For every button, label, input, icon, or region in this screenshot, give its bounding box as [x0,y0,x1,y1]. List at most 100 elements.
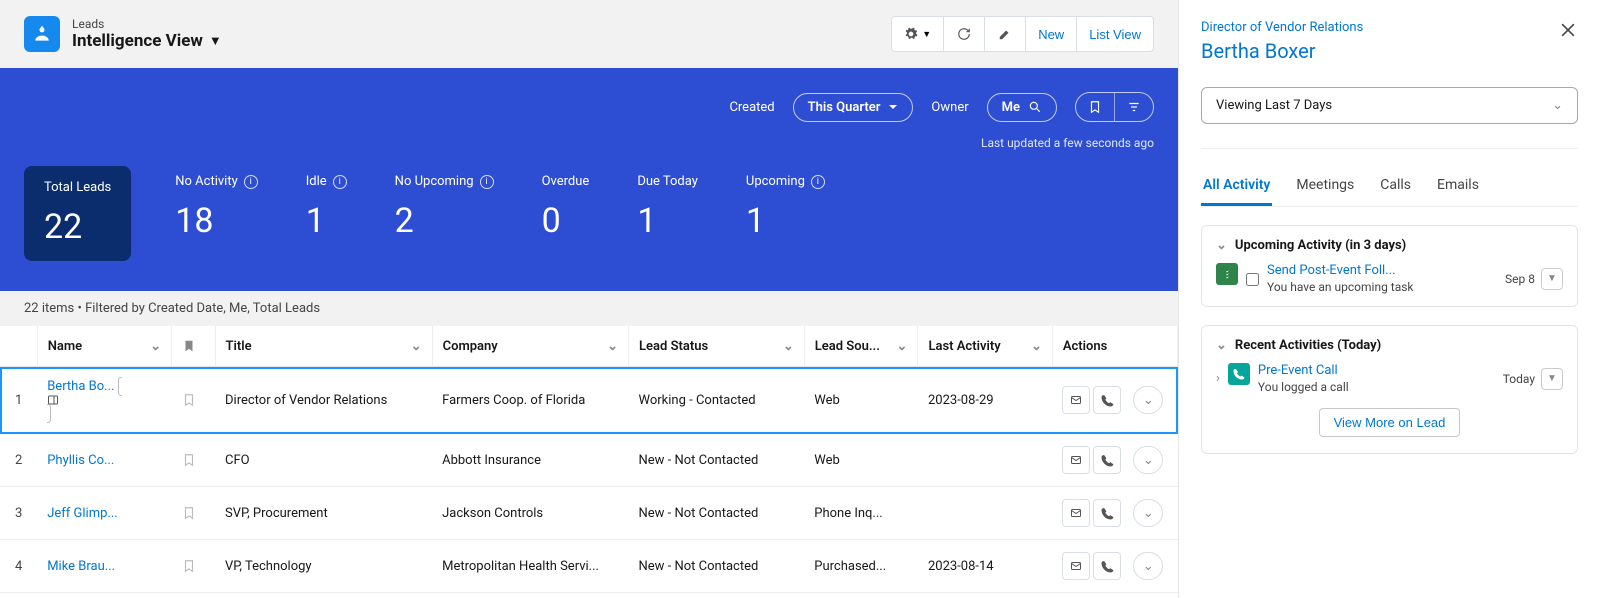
bookmark-icon[interactable] [182,452,205,468]
tab-all-activity[interactable]: All Activity [1201,167,1272,206]
edit-button[interactable] [984,16,1026,52]
call-button[interactable] [1093,552,1121,580]
tab-meetings[interactable]: Meetings [1294,167,1356,206]
lead-name-link[interactable]: Mike Brau... [47,559,115,574]
metric-no-upcoming[interactable]: No Upcomingi2 [391,166,498,261]
col-bookmark[interactable] [172,326,215,367]
metric-total-leads[interactable]: Total Leads22 [24,166,131,261]
call-button[interactable] [1093,386,1121,414]
lead-name-link[interactable]: Jeff Glimp... [47,506,118,521]
col-last-activity[interactable]: Last Activity⌄ [918,326,1052,367]
lead-name-link[interactable]: Phyllis Co... [47,453,114,468]
cell-status: New - Not Contacted [629,434,805,487]
table-row: 2Phyllis Co...CFOAbbott InsuranceNew - N… [0,434,1178,487]
info-icon[interactable]: i [811,175,825,189]
close-button[interactable] [1558,20,1578,40]
table-row: 5Patricia Fe...CEOInternational Shipping… [0,593,1178,598]
task-menu[interactable]: ▼ [1541,268,1563,290]
gear-icon [904,27,918,41]
email-button[interactable] [1062,386,1090,414]
chevron-down-icon: ⌄ [150,339,161,354]
created-filter[interactable]: This Quarter [793,93,914,122]
phone-icon [1101,454,1114,467]
call-link[interactable]: Pre-Event Call [1258,363,1338,378]
filter-summary: 22 items • Filtered by Created Date, Me,… [0,291,1178,326]
tab-calls[interactable]: Calls [1378,167,1413,206]
cell-company: Metropolitan Health Servi... [432,540,628,593]
metric-no-activity[interactable]: No Activityi18 [171,166,261,261]
detail-panel: Director of Vendor Relations Bertha Boxe… [1178,0,1600,598]
caret-down-icon: ▼ [1547,273,1557,284]
task-checkbox[interactable] [1246,265,1259,294]
email-icon [1069,454,1083,466]
date-range-select[interactable]: Viewing Last 7 Days ⌄ [1201,87,1578,124]
info-icon[interactable]: i [333,175,347,189]
metric-idle[interactable]: Idlei1 [302,166,351,261]
cell-status: New - Not Contacted [629,487,805,540]
bookmark-filter-button[interactable] [1076,93,1114,121]
new-button[interactable]: New [1025,16,1077,52]
refresh-button[interactable] [943,16,985,52]
table-row: 4Mike Brau...VP, TechnologyMetropolitan … [0,540,1178,593]
row-menu[interactable]: ⌄ [1133,446,1163,474]
row-menu[interactable]: ⌄ [1133,499,1163,527]
cell-status: New - Not Contacted [629,540,805,593]
email-button[interactable] [1062,446,1090,474]
info-icon[interactable]: i [480,175,494,189]
view-more-button[interactable]: View More on Lead [1319,408,1461,437]
cell-name: Bertha Bo... [37,367,171,434]
row-menu[interactable]: ⌄ [1133,552,1163,580]
cell-activity: 2023-08-29 [918,367,1052,434]
chevron-down-icon[interactable]: ⌄ [1216,338,1227,353]
view-controls [1075,92,1154,122]
last-updated: Last updated a few seconds ago [24,136,1154,150]
settings-menu-button[interactable]: ▼ [891,16,944,52]
object-name: Leads [72,17,222,31]
chevron-down-icon: ⌄ [1143,453,1154,468]
col-lead-status[interactable]: Lead Status⌄ [629,326,805,367]
col-lead-source[interactable]: Lead Sou...⌄ [804,326,918,367]
col-name[interactable]: Name⌄ [37,326,171,367]
row-menu[interactable]: ⌄ [1133,386,1163,414]
bookmark-icon[interactable] [182,505,205,521]
col-company[interactable]: Company⌄ [432,326,628,367]
metric-upcoming[interactable]: Upcomingi1 [742,166,829,261]
col-title[interactable]: Title⌄ [215,326,432,367]
task-subtext: You have an upcoming task [1267,280,1497,294]
call-button[interactable] [1093,499,1121,527]
owner-filter[interactable]: Me [987,93,1057,122]
chevron-down-icon[interactable]: ⌄ [1216,238,1227,253]
cell-activity [918,487,1052,540]
email-button[interactable] [1062,499,1090,527]
chevron-down-icon: ⌄ [1143,506,1154,521]
call-button[interactable] [1093,446,1121,474]
task-link[interactable]: Send Post-Event Foll... [1267,263,1396,278]
bookmark-icon[interactable] [182,558,205,574]
cell-title: VP, Technology [215,540,432,593]
email-icon [1069,507,1083,519]
bookmark-icon[interactable] [182,392,205,408]
detail-title[interactable]: Bertha Boxer [1201,39,1363,63]
call-menu[interactable]: ▼ [1541,368,1563,390]
filter-lines-icon [1127,100,1141,114]
tab-emails[interactable]: Emails [1435,167,1481,206]
chevron-right-icon[interactable]: › [1216,371,1220,386]
cell-title: CEO [215,593,432,598]
list-view-button[interactable]: List View [1076,16,1154,52]
created-label: Created [729,100,774,115]
cell-actions: ⌄ [1052,540,1177,593]
metric-due-today[interactable]: Due Today1 [633,166,702,261]
cell-actions: ⌄ [1052,434,1177,487]
metric-overdue[interactable]: Overdue0 [538,166,594,261]
cell-actions: ⌄ [1052,367,1177,434]
lead-name-link[interactable]: Bertha Bo... [47,379,114,394]
cell-source: Partner Re... [804,593,918,598]
pencil-icon [998,27,1012,41]
settings-filter-button[interactable] [1114,93,1153,121]
chevron-down-icon: ⌄ [607,339,618,354]
email-button[interactable] [1062,552,1090,580]
cell-company: Farmers Coop. of Florida [432,367,628,434]
info-icon[interactable]: i [244,175,258,189]
view-switcher[interactable]: Intelligence View ▼ [72,31,222,51]
chevron-down-icon: ⌄ [1143,559,1154,574]
